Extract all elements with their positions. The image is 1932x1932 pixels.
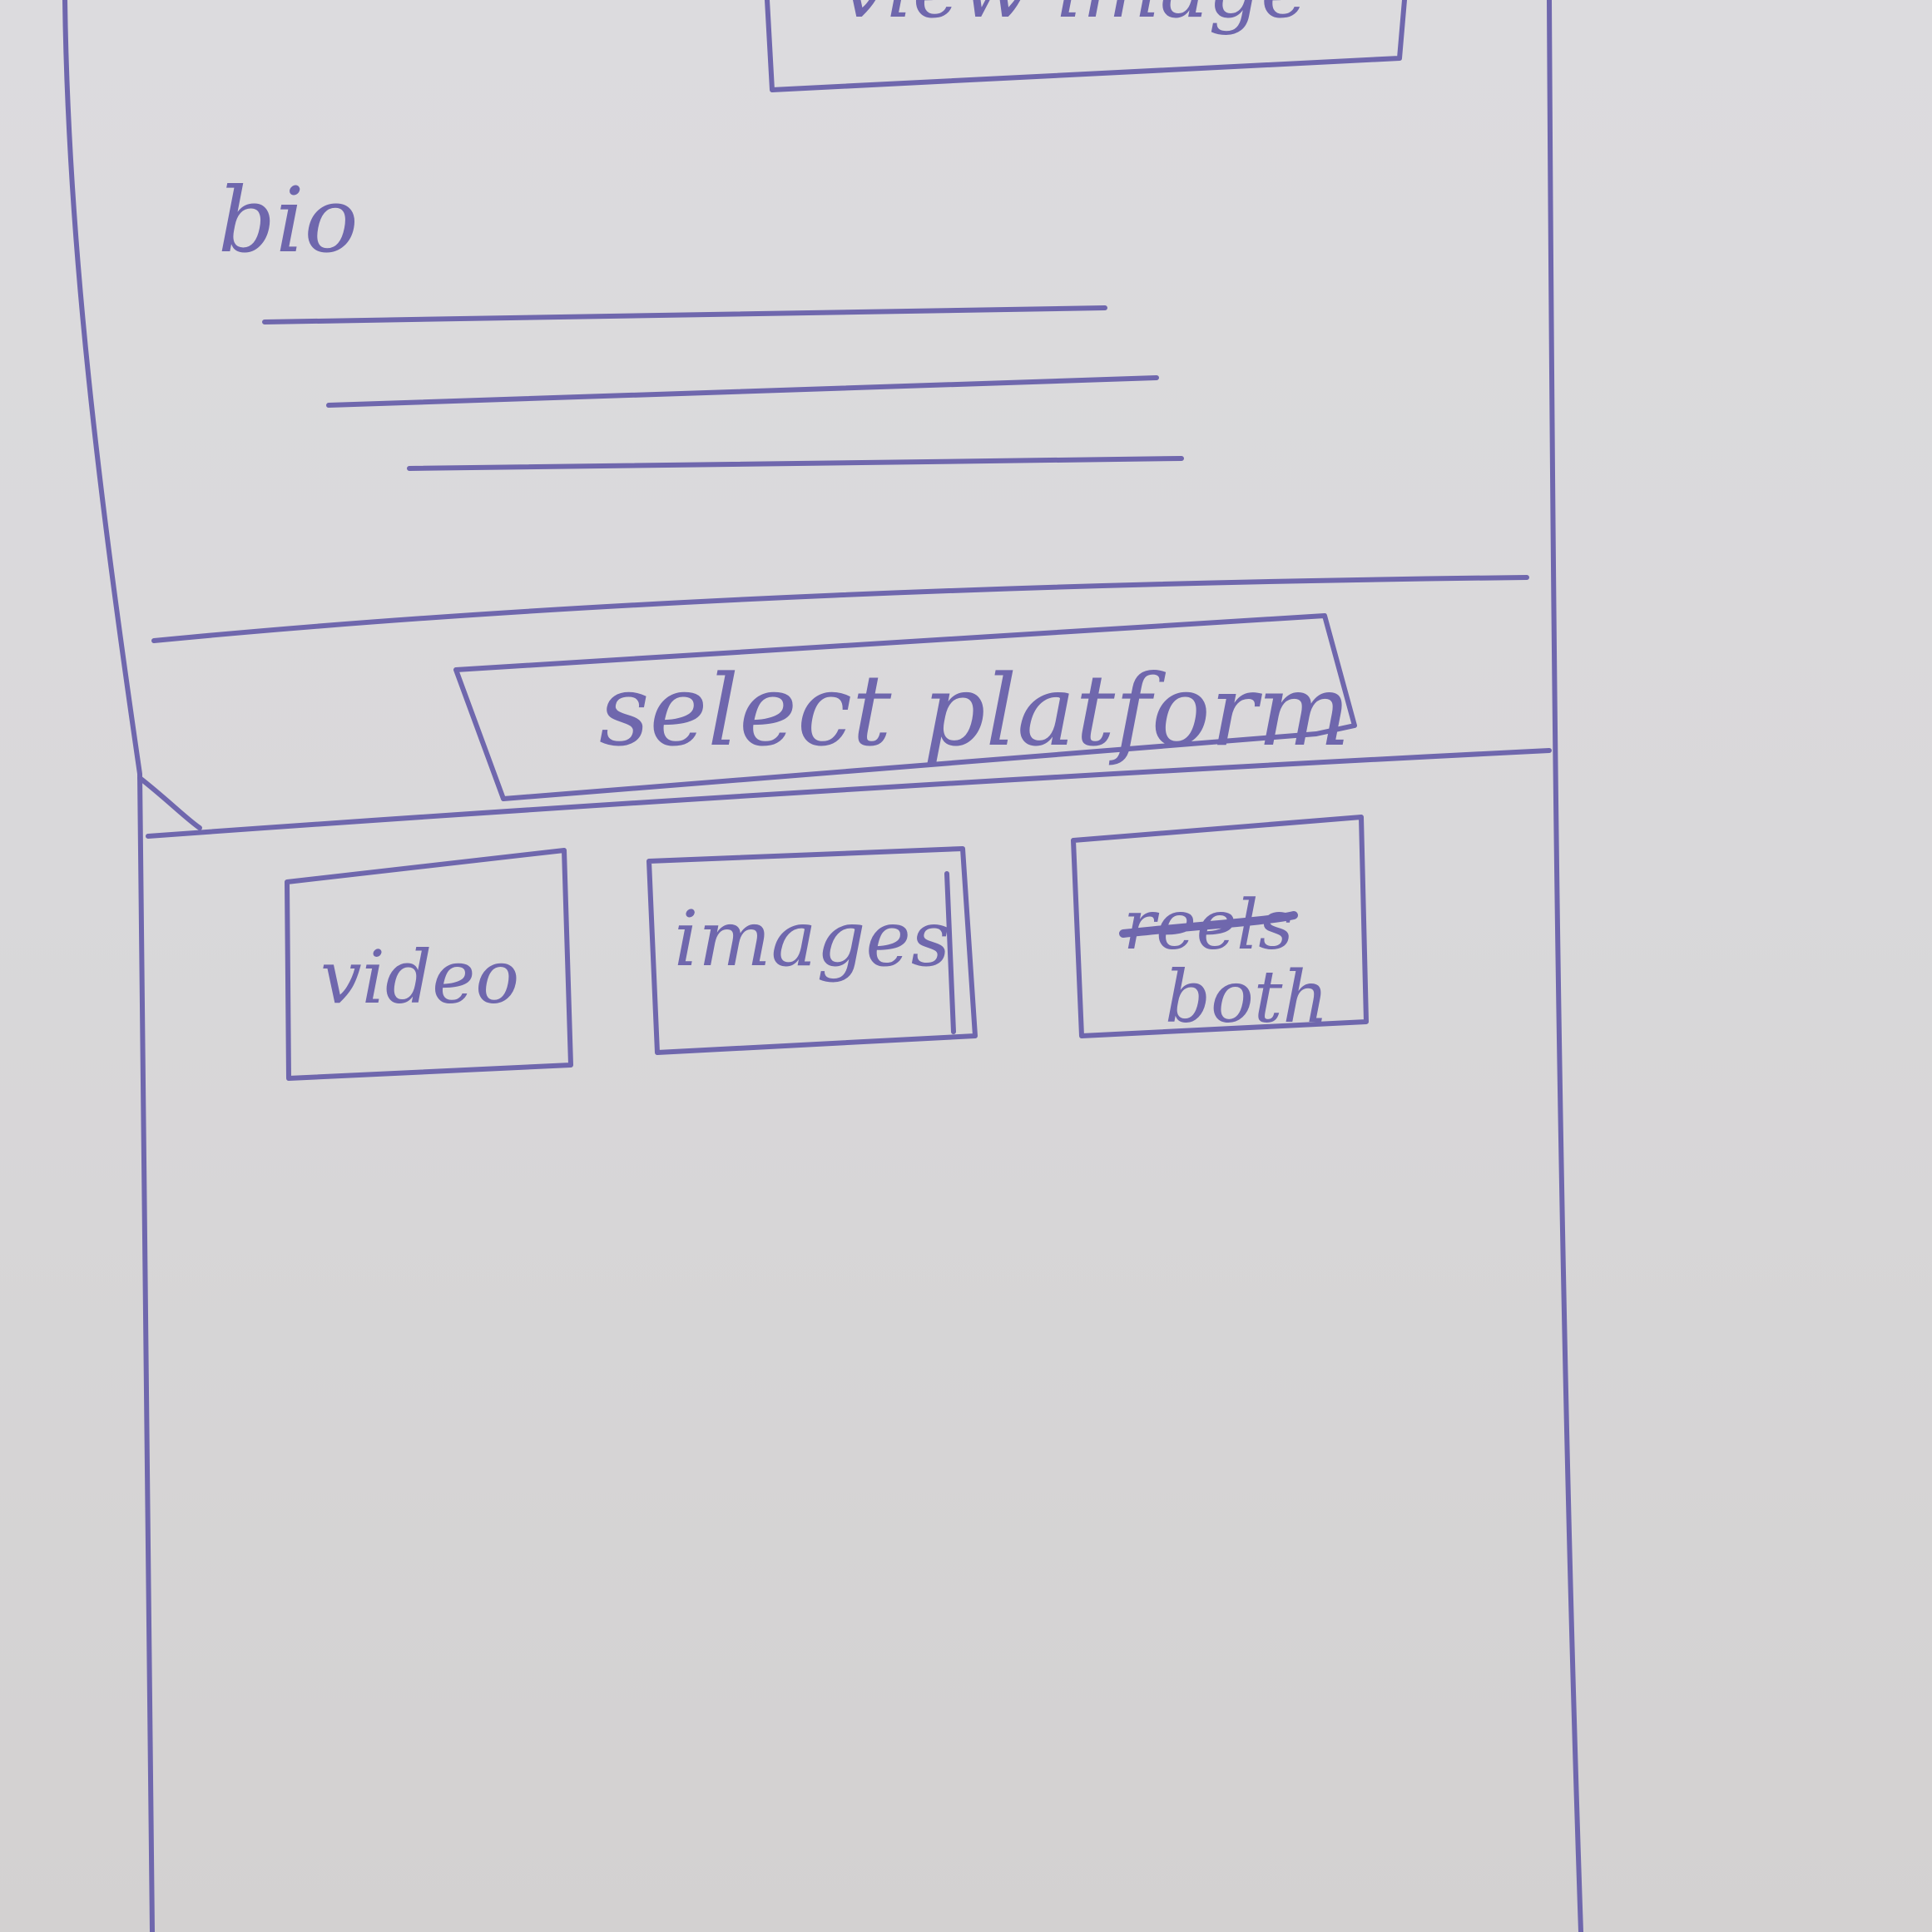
view-image-button-label: view image [840, 0, 1309, 37]
images-option-label: images [674, 894, 950, 983]
select-platform-button[interactable]: select platform [453, 613, 1357, 801]
bio-line [326, 375, 1159, 408]
select-platform-label: select platform [599, 653, 1350, 768]
video-option-button[interactable]: video [285, 848, 573, 1081]
section-divider-top [151, 575, 1529, 643]
both-option-label: both [1165, 956, 1329, 1039]
bio-text-placeholder [262, 305, 1184, 471]
phone-frame-left-edge [62, 0, 155, 1932]
video-option-label: video [320, 934, 519, 1020]
view-image-button[interactable]: view image [765, 0, 1407, 92]
wireframe-sketch: view image bio select platform video ima… [62, 0, 1583, 1932]
bio-line [407, 456, 1184, 471]
both-option-button[interactable]: reels both [1071, 815, 1369, 1039]
phone-frame-right-edge [1547, 0, 1583, 1932]
frame-inner-tick [137, 775, 202, 830]
images-option-button[interactable]: images [646, 846, 978, 1055]
bio-label: bio [218, 169, 359, 273]
bio-line [262, 305, 1107, 324]
